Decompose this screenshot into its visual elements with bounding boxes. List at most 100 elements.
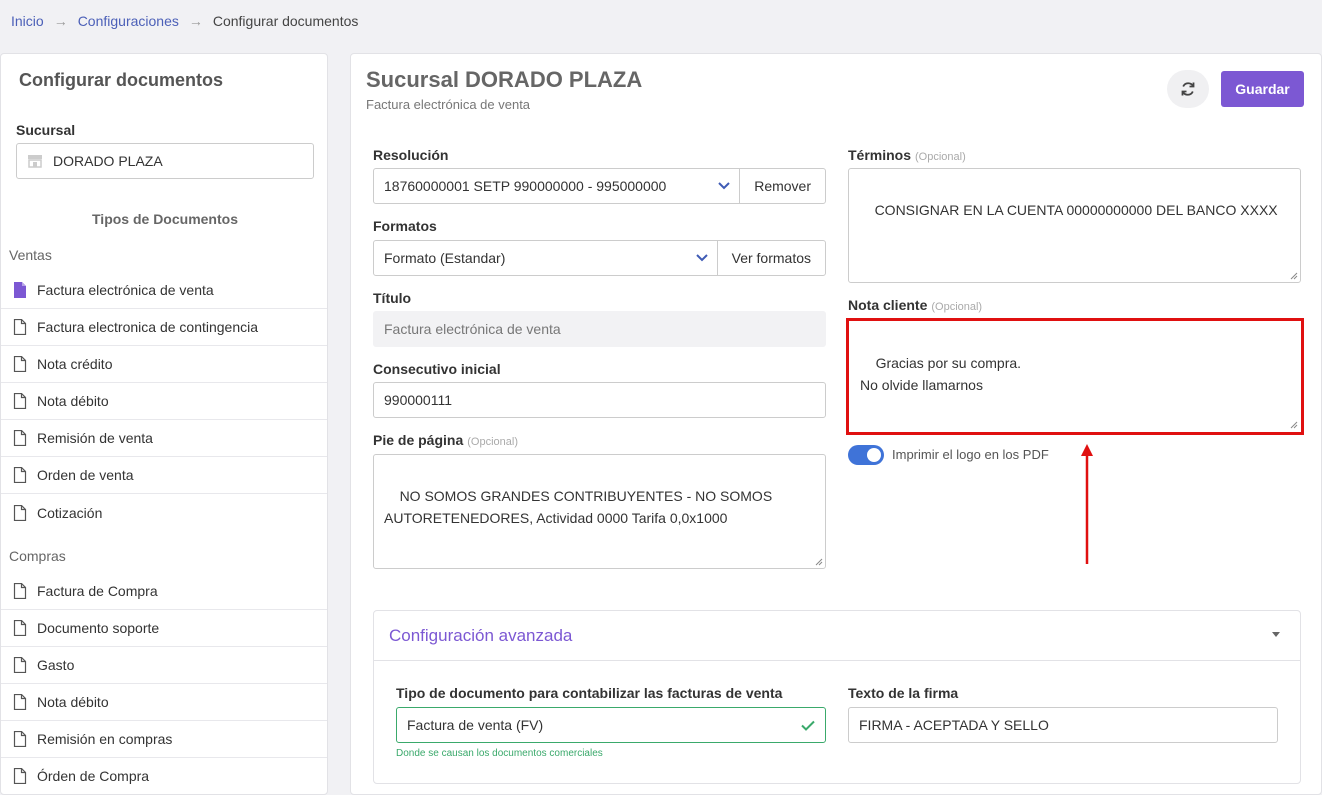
breadcrumb: Inicio → Configuraciones → Configurar do… [11, 13, 358, 29]
sidebar-item-gasto[interactable]: Gasto [1, 647, 327, 684]
advanced-config-header[interactable]: Configuración avanzada [374, 611, 1300, 661]
sidebar-item-label: Remisión de venta [37, 430, 153, 446]
document-icon [13, 467, 27, 483]
annotation-highlight-box [846, 318, 1304, 435]
sidebar-item-label: Documento soporte [37, 620, 160, 636]
save-button[interactable]: Guardar [1221, 71, 1304, 107]
sidebar-item-label: Remisión en compras [37, 731, 173, 747]
initial-seq-input[interactable]: 990000111 [373, 382, 826, 418]
breadcrumb-separator: → [188, 13, 203, 29]
document-icon [13, 657, 27, 673]
terms-textarea[interactable]: CONSIGNAR EN LA CUENTA 00000000000 DEL B… [848, 168, 1301, 283]
document-icon [13, 620, 27, 636]
document-icon [13, 356, 27, 372]
signature-label: Texto de la firma [848, 685, 959, 701]
document-icon [13, 768, 27, 784]
caret-down-icon[interactable] [1272, 632, 1280, 637]
formats-label: Formatos [373, 218, 437, 234]
page-subtitle: Factura electrónica de venta [366, 97, 531, 112]
title-label: Título [373, 290, 412, 306]
optional-tag: (Opcional) [467, 436, 518, 448]
chevron-down-icon[interactable] [687, 241, 717, 275]
doc-type-select[interactable]: Factura de venta (FV) [396, 707, 826, 743]
terms-label-text: Términos [848, 147, 912, 163]
footer-label-text: Pie de página [373, 432, 464, 448]
sidebar-item-label: Cotización [37, 504, 103, 521]
optional-tag: (Opcional) [915, 151, 966, 163]
title-input[interactable]: Factura electrónica de venta [373, 311, 826, 347]
client-note-label: Nota cliente (Opcional) [848, 297, 982, 313]
document-icon [13, 694, 27, 710]
sidebar-item-factura-electronica[interactable]: Factura electrónica de venta [1, 272, 327, 309]
advanced-config-section: Configuración avanzada Tipo de documento… [373, 610, 1301, 784]
doc-type-hint: Donde se causan los documentos comercial… [396, 748, 603, 759]
purchases-group-title: Compras [9, 548, 66, 564]
page-title: Sucursal DORADO PLAZA [366, 67, 643, 92]
sidebar-item-orden-venta[interactable]: Orden de venta [1, 457, 327, 494]
formats-value: Formato (Estandar) [384, 250, 506, 266]
toggle-knob [867, 448, 881, 462]
view-formats-button[interactable]: Ver formatos [716, 241, 825, 275]
sidebar-item-nota-debito-compras[interactable]: Nota débito [1, 684, 327, 721]
document-icon [13, 583, 27, 599]
document-icon-active [14, 282, 26, 298]
breadcrumb-settings-link[interactable]: Configuraciones [78, 13, 179, 29]
doc-type-value: Factura de venta (FV) [407, 717, 544, 733]
document-icon [13, 393, 27, 409]
sidebar-item-label: Nota débito [37, 393, 109, 409]
advanced-config-title: Configuración avanzada [389, 625, 573, 645]
sidebar-item-label: Nota débito [37, 694, 109, 710]
doc-types-title: Tipos de Documentos [92, 211, 238, 227]
annotation-arrow-icon [1081, 444, 1093, 564]
branch-select[interactable]: DORADO PLAZA [16, 143, 314, 179]
sidebar-item-cotizacion[interactable]: Cotización [1, 494, 327, 531]
formats-select[interactable]: Formato (Estandar) Ver formatos [373, 240, 826, 276]
document-icon [13, 504, 27, 521]
sidebar-item-remision-compras[interactable]: Remisión en compras [1, 721, 327, 758]
signature-input[interactable]: FIRMA - ACEPTADA Y SELLO [848, 707, 1278, 743]
sidebar-item-remision-venta[interactable]: Remisión de venta [1, 420, 327, 457]
main-panel: Sucursal DORADO PLAZA Factura electrónic… [350, 53, 1322, 795]
print-logo-label: Imprimir el logo en los PDF [892, 447, 1049, 462]
sidebar-item-documento-soporte[interactable]: Documento soporte [1, 610, 327, 647]
store-icon [28, 155, 42, 168]
sidebar-item-contingencia[interactable]: Factura electronica de contingencia [1, 309, 327, 346]
resolution-value: 18760000001 SETP 990000000 - 995000000 [384, 178, 667, 194]
resolution-label: Resolución [373, 147, 449, 163]
chevron-down-icon[interactable] [709, 169, 739, 203]
sidebar-item-nota-credito[interactable]: Nota crédito [1, 346, 327, 383]
sidebar-item-factura-compra[interactable]: Factura de Compra [1, 573, 327, 610]
terms-label: Términos (Opcional) [848, 147, 966, 163]
sidebar-item-label: Factura electronica de contingencia [37, 319, 259, 335]
resize-grip-icon[interactable] [815, 558, 823, 566]
initial-seq-label: Consecutivo inicial [373, 361, 501, 377]
footer-label: Pie de página (Opcional) [373, 432, 518, 448]
breadcrumb-home-link[interactable]: Inicio [11, 13, 44, 29]
document-icon [13, 430, 27, 446]
breadcrumb-current: Configurar documentos [212, 13, 359, 29]
client-note-label-text: Nota cliente [848, 297, 928, 313]
document-icon [13, 319, 27, 335]
resize-grip-icon[interactable] [1290, 272, 1298, 280]
refresh-button[interactable] [1167, 70, 1209, 108]
document-icon [13, 731, 27, 747]
refresh-icon [1181, 82, 1195, 96]
branch-value: DORADO PLAZA [53, 153, 163, 169]
sidebar-item-label: Gasto [37, 657, 75, 673]
print-logo-toggle[interactable] [848, 445, 884, 465]
breadcrumb-separator: → [53, 13, 68, 29]
sidebar-item-label: Órden de Compra [37, 768, 150, 784]
sidebar-item-label: Nota crédito [37, 356, 113, 372]
footer-text: NO SOMOS GRANDES CONTRIBUYENTES - NO SOM… [384, 488, 776, 526]
doc-type-label: Tipo de documento para contabilizar las … [396, 685, 783, 701]
sidebar-item-nota-debito[interactable]: Nota débito [1, 383, 327, 420]
sales-group-title: Ventas [9, 247, 52, 263]
resolution-select[interactable]: 18760000001 SETP 990000000 - 995000000 R… [373, 168, 826, 204]
sidebar-item-label: Orden de venta [37, 467, 134, 483]
footer-textarea[interactable]: NO SOMOS GRANDES CONTRIBUYENTES - NO SOM… [373, 454, 826, 569]
remove-button[interactable]: Remover [739, 169, 825, 203]
sidebar-item-label: Factura de Compra [37, 583, 158, 599]
sidebar: Configurar documentos Sucursal DORADO PL… [0, 53, 328, 795]
sidebar-title: Configurar documentos [19, 70, 224, 90]
sidebar-item-orden-compra[interactable]: Órden de Compra [1, 758, 327, 794]
